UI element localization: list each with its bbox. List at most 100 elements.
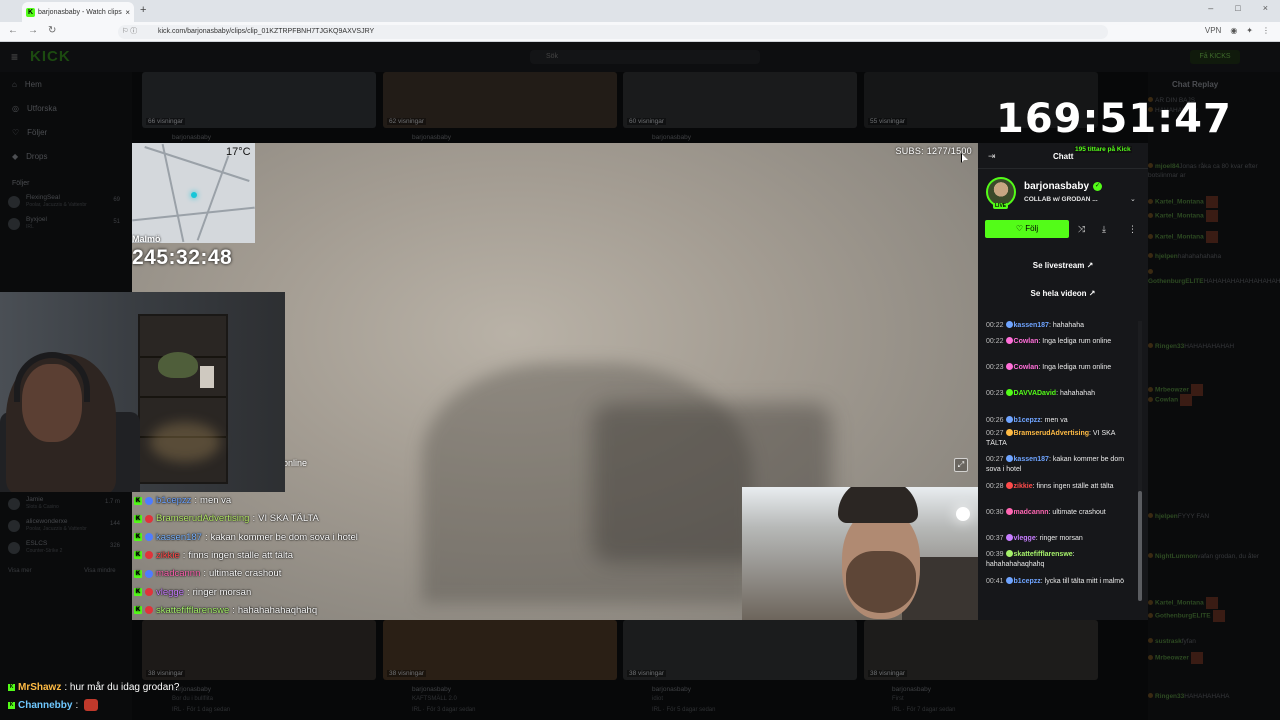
- chevron-down-icon[interactable]: ⌄: [1130, 195, 1136, 203]
- user-badge-icon: [1148, 163, 1153, 168]
- clip-channel[interactable]: barjonasbaby: [172, 134, 211, 141]
- chat-replay-line: Ringen33HAHAHAHAHAH: [1148, 342, 1280, 351]
- chat-replay-user: Mrbeowzer: [1155, 654, 1189, 662]
- search-input[interactable]: Sök: [530, 50, 760, 64]
- streamer-webcam: [0, 292, 285, 492]
- chat-message: 00:28 zikkie: finns ingen ställe att tält…: [986, 482, 1134, 492]
- overlay-chat-user: vlegge: [156, 586, 184, 598]
- message-user[interactable]: zikkie: [1014, 483, 1033, 490]
- temperature: 17°C: [226, 146, 251, 158]
- sidebar-item-following[interactable]: ♡ Följer: [12, 128, 47, 137]
- kick-favicon-icon: K: [26, 7, 35, 17]
- chat-scrollbar[interactable]: [1138, 321, 1142, 601]
- message-user[interactable]: vlegge: [1014, 535, 1036, 542]
- follow-button[interactable]: ♡ Följ: [985, 220, 1069, 238]
- expand-icon[interactable]: ⤢: [954, 458, 968, 472]
- chat-message: 00:37 vlegge: ringer morsan: [986, 534, 1134, 544]
- vpn-label[interactable]: VPN: [1205, 26, 1221, 35]
- get-kicks-button[interactable]: Få KICKS: [1190, 50, 1240, 64]
- user-badge-icon: [145, 551, 153, 560]
- message-user[interactable]: Cowlan: [1014, 364, 1039, 371]
- overlay-chat-user: BramserudAdvertising: [156, 513, 250, 525]
- back-icon[interactable]: ←: [8, 25, 18, 36]
- message-user[interactable]: b1cepzz: [1014, 578, 1041, 585]
- browser-tab[interactable]: K barjonasbaby - Watch clips ×: [22, 2, 134, 22]
- clip-thumbnail[interactable]: 38 visningar: [383, 620, 617, 680]
- clip-thumbnail[interactable]: 66 visningar: [142, 72, 376, 128]
- watch-full-video-link[interactable]: Se hela videon ↗: [986, 284, 1140, 304]
- chat-message: 00:27 kassen187: kakan kommer be dom sova…: [986, 455, 1134, 475]
- reload-icon[interactable]: ↻: [48, 25, 56, 36]
- chat-replay-line: sustraskfyfan: [1148, 637, 1280, 646]
- followed-channel[interactable]: alicewonderxe Poolar, Jacuzzis & Vattenbr…: [8, 518, 120, 536]
- chat-replay-user: GothenburgELITE: [1155, 612, 1211, 620]
- user-badge-icon: [145, 606, 153, 615]
- message-user[interactable]: madcannn: [1014, 509, 1049, 516]
- chat-messages: 00:22 kassen187: hahahaha 00:22 Cowlan: Ing…: [986, 321, 1136, 611]
- followed-channel[interactable]: Jamie Slots & Casino 1.7 m: [8, 496, 120, 514]
- chat-replay-line: hjelpenhahahahahaha: [1148, 252, 1280, 261]
- message-user[interactable]: kassen187: [1014, 322, 1049, 329]
- channel-name[interactable]: barjonasbaby ✓: [1024, 181, 1103, 192]
- extensions-icon[interactable]: ✦: [1246, 26, 1253, 35]
- clip-channel[interactable]: barjonasbaby: [652, 686, 691, 693]
- followed-channel[interactable]: Byxjoel IRL 51: [8, 216, 120, 234]
- message-user[interactable]: skattefifflarenswe: [1014, 551, 1073, 558]
- scrollbar-thumb[interactable]: [1138, 491, 1142, 601]
- secondary-timer: 245:32:48: [132, 246, 233, 269]
- chat-replay-line: Kartel_Montana: [1148, 210, 1280, 222]
- maximize-icon[interactable]: □: [1235, 3, 1240, 13]
- overlay-chat-line: K BramserudAdvertising: VI SKA TÄLTA: [134, 513, 319, 524]
- chat-replay-title: Chat Replay: [1172, 80, 1219, 89]
- show-more-link[interactable]: Visa mer: [8, 568, 32, 574]
- follows-heading: Följer: [12, 180, 30, 187]
- browser-extensions: VPN ◉ ✦ ⋮: [1205, 26, 1270, 35]
- user-badge-icon: [1148, 212, 1153, 218]
- more-options-icon[interactable]: ⋮: [1128, 224, 1137, 235]
- collapse-chat-icon[interactable]: ⇥: [988, 151, 996, 162]
- profile-icon[interactable]: ◉: [1230, 26, 1237, 35]
- show-less-link[interactable]: Visa mindre: [84, 568, 116, 574]
- chat-replay-user: Kartel_Montana: [1155, 233, 1204, 241]
- clip-thumbnail[interactable]: 60 visningar: [623, 72, 857, 128]
- message-time: 00:27: [986, 430, 1004, 437]
- site-info-icon[interactable]: ⚐ ⓘ: [122, 25, 137, 39]
- message-user[interactable]: BramserudAdvertising: [1014, 430, 1089, 437]
- emote-icon: [1205, 196, 1218, 208]
- chat-replay-user: Mrbeowzer: [1155, 386, 1189, 394]
- share-icon[interactable]: ⤨: [1078, 224, 1085, 235]
- menu-icon[interactable]: ⋮: [1262, 26, 1270, 35]
- clip-channel[interactable]: barjonasbaby: [652, 134, 691, 141]
- clip-thumbnail[interactable]: 38 visningar: [864, 620, 1098, 680]
- followed-channel[interactable]: FlexingSeal Poolar, Jacuzzis & Vattenbr 69: [8, 194, 120, 212]
- verified-icon: ✓: [1093, 182, 1103, 191]
- close-window-icon[interactable]: ×: [1263, 3, 1268, 13]
- watch-livestream-link[interactable]: Se livestream ↗: [986, 256, 1140, 276]
- sidebar-item-home[interactable]: ⌂ Hem: [12, 80, 42, 89]
- clip-thumbnail[interactable]: 38 visningar: [142, 620, 376, 680]
- message-user[interactable]: DAVVADavid: [1014, 390, 1057, 397]
- kick-badge-icon: K: [8, 701, 15, 709]
- clip-thumbnail[interactable]: 38 visningar: [623, 620, 857, 680]
- url-field[interactable]: ⚐ ⓘ kick.com/barjonasbaby/clips/clip_01K…: [118, 25, 1108, 39]
- kick-logo[interactable]: KICK: [30, 48, 71, 65]
- followed-channel[interactable]: ESLCS Counter-Strike 2 326: [8, 540, 120, 558]
- minimize-icon[interactable]: –: [1208, 3, 1213, 13]
- clip-thumbnail[interactable]: 62 visningar: [383, 72, 617, 128]
- message-time: 00:22: [986, 322, 1004, 329]
- sidebar-item-explore[interactable]: ◎ Utforska: [12, 104, 57, 113]
- message-user[interactable]: Cowlan: [1014, 338, 1039, 345]
- forward-icon[interactable]: →: [28, 25, 38, 36]
- sidebar-item-drops[interactable]: ◆ Drops: [12, 152, 48, 161]
- emote-icon: [1190, 652, 1203, 664]
- tab-close-icon[interactable]: ×: [125, 8, 130, 17]
- clip-channel[interactable]: barjonasbaby: [892, 686, 931, 693]
- hamburger-icon[interactable]: ≡: [11, 50, 18, 64]
- clip-channel[interactable]: barjonasbaby: [412, 686, 451, 693]
- message-user[interactable]: b1cepzz: [1014, 417, 1041, 424]
- new-tab-icon[interactable]: +: [140, 4, 146, 16]
- heart-icon: ♡: [1015, 224, 1026, 233]
- message-user[interactable]: kassen187: [1014, 456, 1049, 463]
- download-icon[interactable]: ⤓: [1102, 224, 1106, 235]
- clip-channel[interactable]: barjonasbaby: [412, 134, 451, 141]
